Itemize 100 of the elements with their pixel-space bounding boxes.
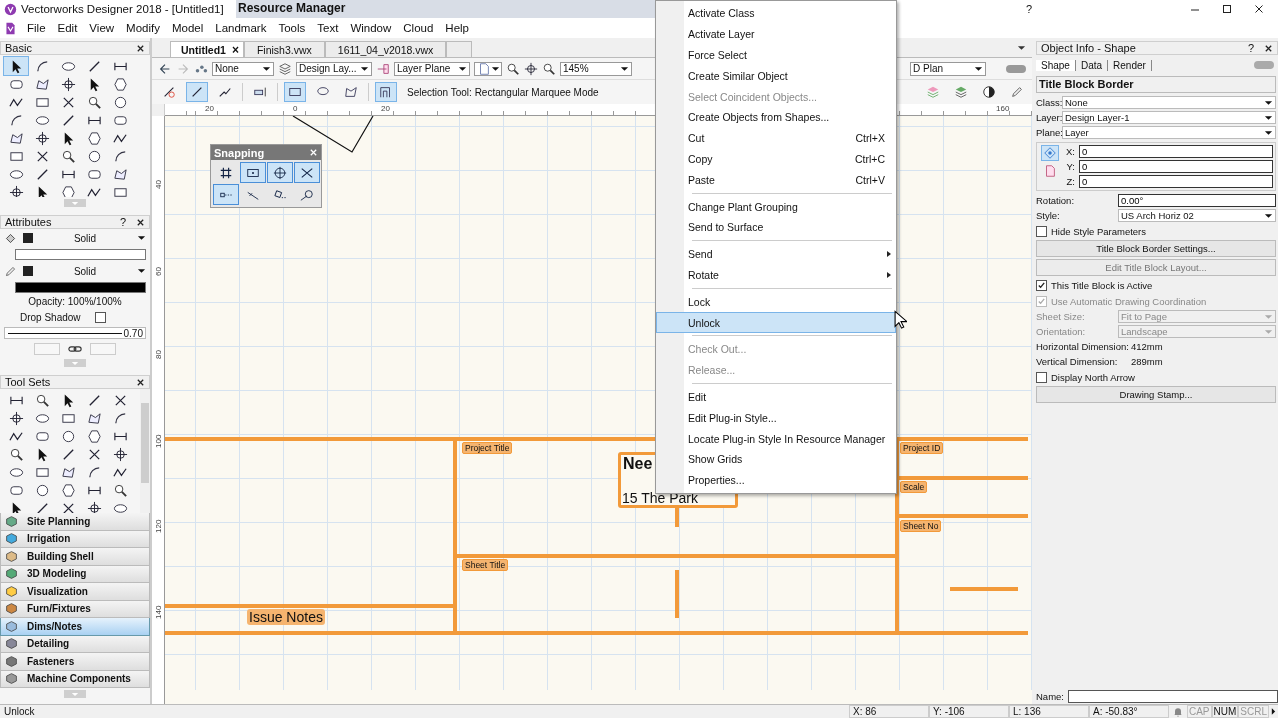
mode-button[interactable] (375, 82, 397, 102)
magnifier-icon[interactable] (34, 392, 50, 408)
close-icon[interactable] (136, 43, 145, 53)
panel-tab[interactable]: Shape (1036, 59, 1076, 71)
circle-icon[interactable] (112, 94, 128, 110)
line-weight-field[interactable]: 0.70 (4, 327, 146, 339)
help-button[interactable]: ? (1247, 42, 1254, 54)
menu-item[interactable]: Cloud (397, 22, 440, 34)
chain-link-icon[interactable] (68, 345, 82, 353)
hexagon-icon[interactable] (86, 130, 102, 146)
fill-style-select[interactable]: Solid (39, 232, 131, 244)
help-button[interactable]: ? (1025, 3, 1032, 15)
polygon-icon[interactable] (34, 76, 50, 92)
layers-icon[interactable] (954, 85, 968, 99)
scrollbar[interactable] (140, 389, 150, 513)
pen-style-select[interactable]: Solid (39, 265, 131, 277)
drop-shadow-checkbox[interactable] (94, 311, 106, 323)
tool-set-tab[interactable]: Site Planning (0, 513, 150, 531)
class-select[interactable]: None (212, 61, 274, 76)
magnifier-icon[interactable] (86, 94, 102, 110)
dropdown[interactable]: Design Layer-1 (1062, 111, 1276, 124)
hexagon-icon[interactable] (60, 184, 76, 197)
plane-icon[interactable] (376, 61, 390, 76)
panel-tab[interactable]: Data (1075, 59, 1109, 71)
arrowhead-field[interactable] (90, 343, 116, 355)
snap-button[interactable] (294, 162, 320, 183)
page-select[interactable] (474, 61, 502, 76)
polygon-icon[interactable] (86, 410, 102, 426)
menu-item[interactable]: Properties... (656, 469, 896, 491)
menu-item[interactable]: Edit (656, 386, 896, 408)
pen-color-swatch[interactable] (23, 266, 33, 276)
toggle-button[interactable] (1254, 61, 1274, 69)
help-button[interactable]: ? (119, 216, 126, 228)
menu-item[interactable]: Lock (656, 291, 896, 313)
close-tab-button[interactable]: × (231, 42, 239, 57)
menu-item[interactable]: Landmark (209, 22, 273, 34)
layer-select[interactable]: Design Lay... (296, 61, 372, 76)
toggle-button[interactable] (1006, 64, 1026, 73)
maximize-icon[interactable] (1222, 4, 1232, 14)
close-icon[interactable] (1264, 43, 1273, 53)
hexagon-icon[interactable] (60, 482, 76, 498)
snap-button[interactable] (267, 162, 293, 183)
menu-item[interactable]: Locate Plug-in Style In Resource Manager (656, 428, 896, 449)
tool-set-tab[interactable]: Dims/Notes (0, 618, 150, 636)
arc-icon[interactable] (8, 112, 24, 128)
menu-item[interactable]: Tools (272, 22, 312, 34)
mode-button[interactable] (284, 82, 306, 102)
plane-select[interactable]: Layer Plane (394, 61, 470, 76)
menu-item[interactable]: Edit (51, 22, 84, 34)
arc-icon[interactable] (34, 58, 50, 74)
hexagon-icon[interactable] (86, 428, 102, 444)
coordinate-field[interactable]: 0 (1079, 160, 1273, 173)
name-field[interactable] (1068, 689, 1278, 703)
coordinate-field[interactable]: 0 (1079, 145, 1273, 158)
checkbox[interactable] (1036, 371, 1047, 383)
close-icon[interactable] (136, 217, 145, 227)
dropdown[interactable]: US Arch Horiz 02 (1118, 209, 1276, 222)
menu-item[interactable]: Edit Plug-in Style... (656, 407, 896, 429)
fill-color-swatch[interactable] (23, 233, 33, 243)
pencil-icon[interactable] (1010, 85, 1024, 99)
menu-item[interactable]: Change Plant Grouping (656, 196, 896, 217)
hexagon-icon[interactable] (112, 76, 128, 92)
menu-item[interactable]: Help (439, 22, 475, 34)
circle-icon[interactable] (60, 428, 76, 444)
magnifier-icon[interactable] (60, 148, 76, 164)
menu-item[interactable]: File (21, 22, 52, 34)
panel-button[interactable]: Title Block Border Settings... (1036, 240, 1276, 257)
back-arrow-icon[interactable] (158, 61, 172, 76)
menu-item[interactable]: Copy Ctrl+C (656, 148, 896, 170)
crosshair-icon[interactable] (86, 500, 102, 513)
polygon-icon[interactable] (8, 130, 24, 146)
snap-button[interactable] (240, 162, 266, 183)
magnifier-icon[interactable] (112, 482, 128, 498)
arc-icon[interactable] (86, 464, 102, 480)
tool-set-tab[interactable]: Building Shell (0, 548, 150, 566)
arc-icon[interactable] (112, 410, 128, 426)
rotation-field[interactable]: 0.00° (1118, 194, 1276, 207)
document-tab[interactable]: Finish3.vwx (243, 41, 325, 57)
view-select[interactable]: D Plan (910, 61, 986, 76)
dropdown[interactable]: Layer (1062, 126, 1276, 139)
dropdown[interactable]: None (1062, 96, 1276, 109)
menu-item[interactable]: Send to Surface (656, 216, 896, 238)
checkbox[interactable] (1036, 279, 1047, 291)
crosshair-icon[interactable] (8, 184, 24, 197)
tool-set-tab[interactable]: Fasteners (0, 653, 150, 671)
paint-bucket-icon[interactable] (4, 231, 17, 245)
menu-item[interactable]: Unlock (656, 312, 896, 333)
menu-item[interactable]: Model (165, 22, 210, 34)
document-tab[interactable]: 1611_04_v2018.vwx (324, 41, 447, 57)
panel-tab[interactable]: Render (1108, 59, 1152, 71)
menu-item[interactable]: Create Similar Object (656, 65, 896, 87)
coordinate-field[interactable]: 0 (1079, 175, 1273, 188)
menu-item[interactable]: Send (656, 243, 896, 265)
close-icon[interactable] (136, 377, 145, 387)
crosshair-icon[interactable] (60, 76, 76, 92)
menu-item[interactable]: Modify (120, 22, 166, 34)
menu-item[interactable]: Rotate (656, 264, 896, 286)
checkbox[interactable] (1036, 225, 1047, 237)
menu-item[interactable]: Paste Ctrl+V (656, 169, 896, 191)
panel-button[interactable]: Drawing Stamp... (1036, 386, 1276, 403)
